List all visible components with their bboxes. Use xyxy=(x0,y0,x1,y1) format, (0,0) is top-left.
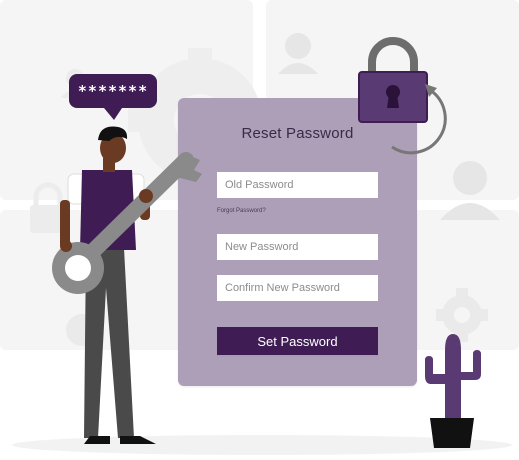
cactus-icon xyxy=(425,334,481,448)
password-speech-bubble: ******* xyxy=(69,74,157,108)
lock-icon xyxy=(358,37,428,123)
foreground-illustration xyxy=(52,37,481,448)
